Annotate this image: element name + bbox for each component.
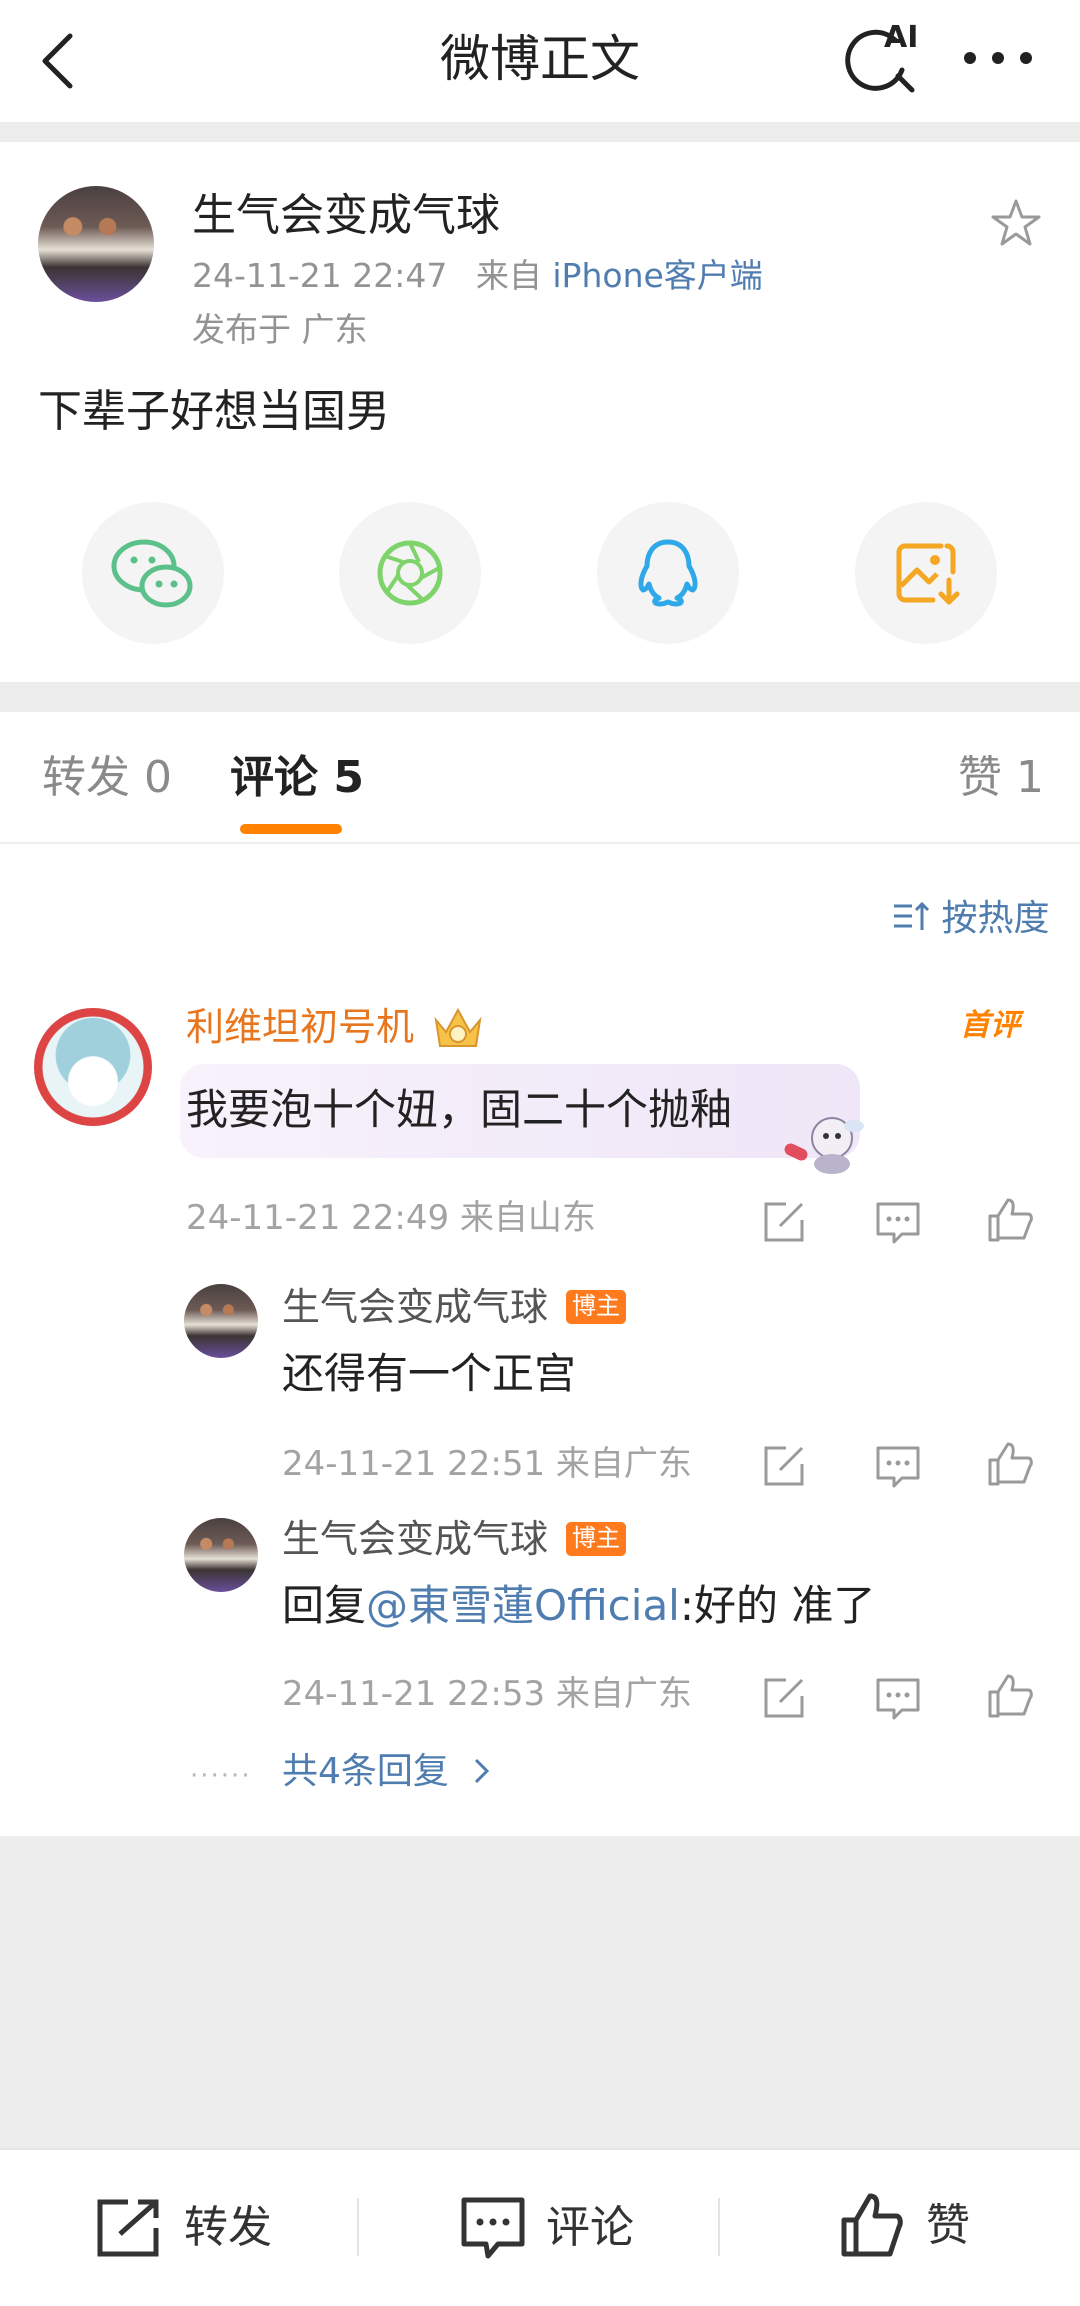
reply-author[interactable]: 生气会变成气球 bbox=[282, 1512, 548, 1566]
more-dots-icon bbox=[964, 52, 1032, 64]
share-icon bbox=[97, 2199, 159, 2257]
author-badge: 博主 bbox=[566, 1290, 626, 1324]
tab-repost[interactable]: 转发 0 bbox=[42, 748, 172, 808]
reply-avatar[interactable] bbox=[184, 1518, 258, 1592]
bubble-sticker-icon bbox=[780, 1102, 870, 1182]
reply-text: 还得有一个正宫 bbox=[282, 1349, 577, 1398]
post-source-prefix: 来自 bbox=[475, 256, 542, 295]
commenter-name[interactable]: 利维坦初号机 bbox=[186, 1000, 414, 1054]
comment-meta: 24-11-21 22:49 来自山东 bbox=[186, 1198, 596, 1238]
tab-like[interactable]: 赞 1 bbox=[958, 748, 1044, 808]
more-options-button[interactable] bbox=[960, 30, 1040, 86]
sort-label: 按热度 bbox=[941, 898, 1050, 939]
comment-button[interactable]: 评论 bbox=[458, 2190, 658, 2266]
share-icon bbox=[764, 1678, 804, 1718]
like-reply-button[interactable] bbox=[984, 1670, 1036, 1722]
reply-author[interactable]: 生气会变成气球 bbox=[282, 1280, 548, 1334]
repost-button[interactable]: 转发 bbox=[94, 2190, 294, 2266]
post-author-name[interactable]: 生气会变成气球 bbox=[192, 186, 500, 246]
moments-icon bbox=[377, 540, 443, 606]
more-replies-label: 共4条回复 bbox=[282, 1751, 449, 1792]
like-reply-button[interactable] bbox=[984, 1438, 1036, 1490]
thumbs-up-icon bbox=[988, 1674, 1033, 1718]
more-replies-link[interactable]: 共4条回复 bbox=[282, 1746, 494, 1798]
reply-text: 回复@東雪蓮Official:好的 准了 bbox=[282, 1576, 875, 1636]
sort-icon bbox=[894, 901, 930, 930]
like-label: 赞 bbox=[926, 2200, 970, 2251]
repost-comment-button[interactable] bbox=[758, 1196, 810, 1248]
post-source[interactable]: iPhone客户端 bbox=[552, 256, 762, 295]
repost-label: 转发 bbox=[184, 2202, 272, 2253]
crown-badge-icon bbox=[430, 1002, 486, 1052]
reply-reply-button[interactable] bbox=[872, 1440, 924, 1492]
top-nav-bar: 微博正文 AI bbox=[0, 0, 1080, 122]
share-wechat-button[interactable] bbox=[82, 502, 224, 644]
share-icon bbox=[764, 1446, 804, 1486]
thumbs-up-icon bbox=[841, 2193, 903, 2257]
share-moments-button[interactable] bbox=[339, 502, 481, 644]
more-dots: ······ bbox=[190, 1761, 252, 1791]
reply-meta: 24-11-21 22:53 来自广东 bbox=[282, 1674, 692, 1714]
comment-icon bbox=[461, 2197, 525, 2259]
ai-search-button[interactable]: AI bbox=[840, 18, 930, 98]
post-location: 发布于 广东 bbox=[192, 310, 368, 349]
divider bbox=[718, 2198, 720, 2256]
post-card: 生气会变成气球 24-11-21 22:47 来自 iPhone客户端 发布于 … bbox=[0, 142, 1080, 682]
reply-reply-button[interactable] bbox=[872, 1672, 924, 1724]
comment-icon bbox=[876, 1678, 920, 1720]
reply-suffix: :好的 准了 bbox=[679, 1581, 876, 1630]
share-qq-button[interactable] bbox=[597, 502, 739, 644]
thumbs-up-icon bbox=[988, 1198, 1033, 1242]
ai-label: AI bbox=[884, 20, 919, 55]
repost-reply-button[interactable] bbox=[758, 1440, 810, 1492]
active-tab-indicator bbox=[240, 824, 342, 834]
post-text: 下辈子好想当国男 bbox=[38, 386, 390, 437]
repost-reply-button[interactable] bbox=[758, 1672, 810, 1724]
divider bbox=[357, 2198, 359, 2256]
like-comment-button[interactable] bbox=[984, 1194, 1036, 1246]
commenter-avatar[interactable] bbox=[34, 1008, 152, 1126]
comment-text: 我要泡十个妞，固二十个抛釉 bbox=[186, 1085, 733, 1134]
chevron-right-icon bbox=[475, 1758, 490, 1784]
author-badge: 博主 bbox=[566, 1522, 626, 1556]
author-avatar[interactable] bbox=[38, 186, 154, 302]
tab-comment[interactable]: 评论 5 bbox=[230, 748, 364, 808]
comment-label: 评论 bbox=[546, 2202, 634, 2253]
reply-avatar[interactable] bbox=[184, 1284, 258, 1358]
reply-prefix: 回复 bbox=[282, 1581, 367, 1630]
comments-section: 按热度 利维坦初号机 首评 我要泡十个妞，固二十个抛釉 24-11-21 22:… bbox=[0, 844, 1080, 1836]
like-button[interactable]: 赞 bbox=[838, 2188, 998, 2266]
reply-meta: 24-11-21 22:51 来自广东 bbox=[282, 1444, 692, 1484]
reply-comment-button[interactable] bbox=[872, 1196, 924, 1248]
thumbs-up-icon bbox=[988, 1442, 1033, 1486]
mention-link[interactable]: @東雪蓮Official bbox=[366, 1581, 680, 1630]
post-meta: 24-11-21 22:47 来自 iPhone客户端 bbox=[192, 252, 763, 300]
wechat-icon bbox=[111, 539, 193, 608]
post-time: 24-11-21 22:47 bbox=[192, 256, 448, 295]
share-icon bbox=[764, 1202, 804, 1242]
sort-button[interactable]: 按热度 bbox=[890, 894, 1049, 944]
comment-icon bbox=[876, 1446, 920, 1488]
save-image-button[interactable] bbox=[855, 502, 997, 644]
favorite-button[interactable] bbox=[988, 196, 1044, 252]
comment-icon bbox=[876, 1202, 920, 1244]
bottom-action-bar: 转发 评论 赞 bbox=[0, 2148, 1080, 2306]
first-comment-badge: 首评 bbox=[960, 1008, 1020, 1043]
save-image-icon bbox=[896, 543, 960, 605]
qq-icon bbox=[638, 539, 698, 607]
star-icon bbox=[991, 199, 1041, 246]
tabs-bar: 转发 0 评论 5 赞 1 bbox=[0, 712, 1080, 844]
